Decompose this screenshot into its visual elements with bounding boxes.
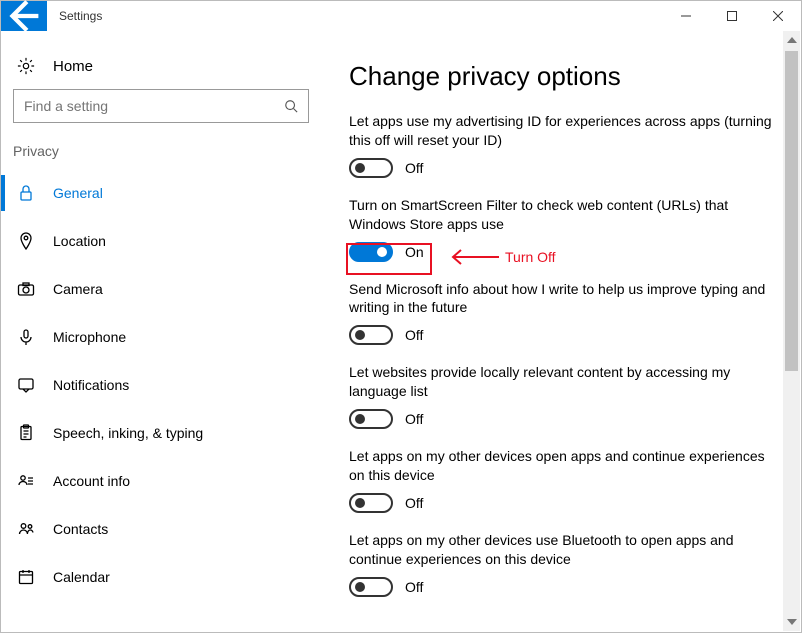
chevron-up-icon (787, 37, 797, 43)
toggle-other-devices-apps[interactable] (349, 493, 393, 513)
lock-icon (17, 184, 35, 202)
toggle-language-list[interactable] (349, 409, 393, 429)
setting-label: Turn on SmartScreen Filter to check web … (349, 196, 779, 234)
maximize-button[interactable] (709, 1, 755, 31)
sidebar-item-speech[interactable]: Speech, inking, & typing (1, 409, 309, 457)
setting-other-devices-apps: Let apps on my other devices open apps a… (349, 447, 779, 513)
setting-label: Let apps use my advertising ID for exper… (349, 112, 779, 150)
calendar-icon (17, 568, 35, 586)
location-icon (17, 232, 35, 250)
toggle-state-label: Off (405, 495, 423, 511)
scroll-thumb[interactable] (785, 51, 798, 371)
setting-bluetooth-devices: Let apps on my other devices use Bluetoo… (349, 531, 779, 597)
window-controls (663, 1, 801, 31)
window-title: Settings (47, 1, 663, 31)
notification-icon (17, 376, 35, 394)
close-icon (773, 11, 783, 21)
home-label: Home (53, 58, 93, 75)
setting-label: Let apps on my other devices open apps a… (349, 447, 779, 485)
sidebar-item-label: Notifications (53, 377, 129, 393)
sidebar-item-label: Microphone (53, 329, 126, 345)
toggle-state-label: Off (405, 160, 423, 176)
search-input[interactable] (24, 98, 284, 114)
nav-list: General Location Camera Microphone Notif… (1, 169, 309, 601)
sidebar-item-label: Speech, inking, & typing (53, 425, 203, 441)
sidebar-item-label: Account info (53, 473, 130, 489)
minimize-button[interactable] (663, 1, 709, 31)
search-icon (284, 99, 298, 113)
minimize-icon (681, 11, 691, 21)
setting-label: Let websites provide locally relevant co… (349, 363, 779, 401)
sidebar-item-label: General (53, 185, 103, 201)
contacts-icon (17, 520, 35, 538)
account-icon (17, 472, 35, 490)
sidebar-item-calendar[interactable]: Calendar (1, 553, 309, 601)
sidebar-item-contacts[interactable]: Contacts (1, 505, 309, 553)
toggle-smartscreen[interactable] (349, 242, 393, 262)
chevron-down-icon (787, 619, 797, 625)
toggle-state-label: Off (405, 579, 423, 595)
toggle-state-label: Off (405, 411, 423, 427)
sidebar-item-label: Camera (53, 281, 103, 297)
setting-language-list: Let websites provide locally relevant co… (349, 363, 779, 429)
maximize-icon (727, 11, 737, 21)
scroll-up-button[interactable] (783, 31, 800, 49)
toggle-typing-info[interactable] (349, 325, 393, 345)
search-box[interactable] (13, 89, 309, 123)
camera-icon (17, 280, 35, 298)
setting-smartscreen: Turn on SmartScreen Filter to check web … (349, 196, 779, 262)
vertical-scrollbar[interactable] (783, 31, 800, 631)
sidebar: Home Privacy General Location Camera Mic… (1, 31, 321, 632)
close-button[interactable] (755, 1, 801, 31)
toggle-state-label: Off (405, 327, 423, 343)
sidebar-item-microphone[interactable]: Microphone (1, 313, 309, 361)
sidebar-item-account[interactable]: Account info (1, 457, 309, 505)
toggle-state-label: On (405, 244, 424, 260)
setting-advertising-id: Let apps use my advertising ID for exper… (349, 112, 779, 178)
sidebar-category: Privacy (13, 141, 309, 169)
sidebar-item-label: Location (53, 233, 106, 249)
setting-label: Send Microsoft info about how I write to… (349, 280, 779, 318)
sidebar-item-label: Calendar (53, 569, 110, 585)
clipboard-icon (17, 424, 35, 442)
sidebar-item-label: Contacts (53, 521, 108, 537)
back-button[interactable] (1, 1, 47, 31)
sidebar-item-camera[interactable]: Camera (1, 265, 309, 313)
scroll-down-button[interactable] (783, 613, 800, 631)
sidebar-item-general[interactable]: General (1, 169, 309, 217)
setting-typing-info: Send Microsoft info about how I write to… (349, 280, 779, 346)
home-link[interactable]: Home (13, 51, 309, 89)
page-title: Change privacy options (349, 61, 781, 92)
setting-label: Let apps on my other devices use Bluetoo… (349, 531, 779, 569)
content-area: Home Privacy General Location Camera Mic… (1, 31, 801, 632)
microphone-icon (17, 328, 35, 346)
title-bar: Settings (1, 1, 801, 31)
toggle-advertising-id[interactable] (349, 158, 393, 178)
sidebar-item-location[interactable]: Location (1, 217, 309, 265)
toggle-bluetooth-devices[interactable] (349, 577, 393, 597)
main-panel: Change privacy options Let apps use my a… (321, 31, 801, 632)
sidebar-item-notifications[interactable]: Notifications (1, 361, 309, 409)
gear-icon (17, 57, 35, 75)
